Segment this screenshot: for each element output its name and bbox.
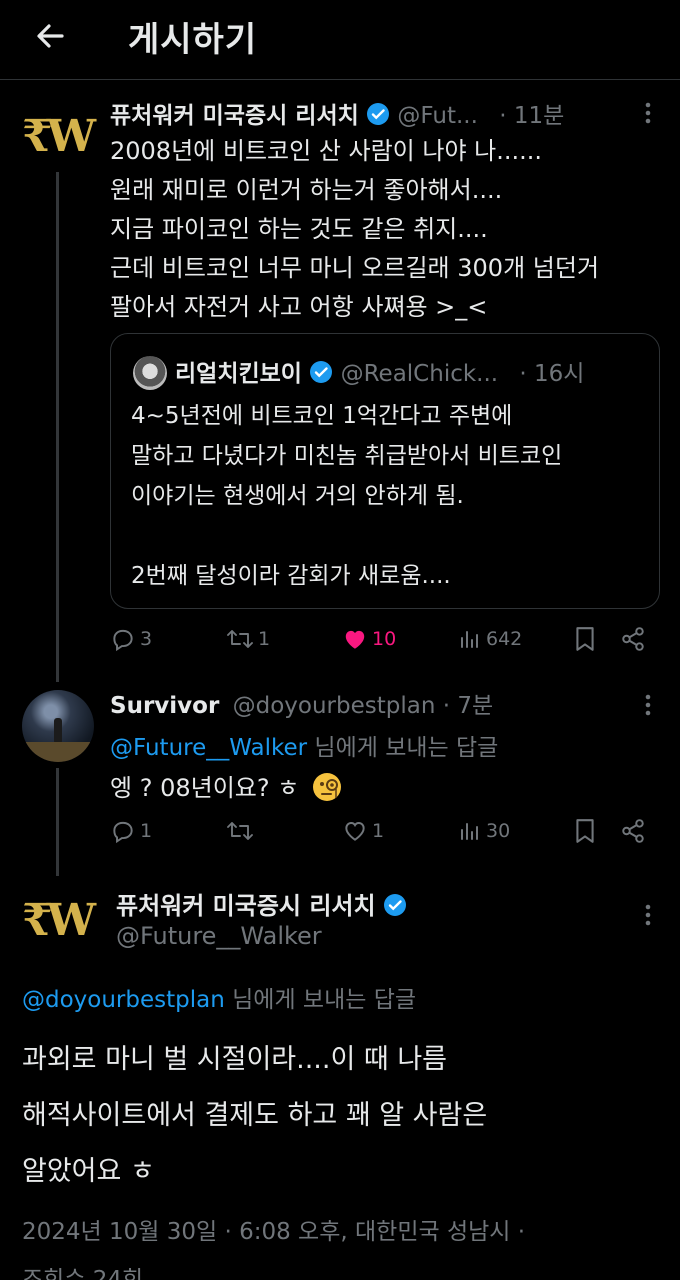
handle[interactable]: @Future__Walker bbox=[116, 922, 322, 950]
page-title: 게시하기 bbox=[128, 20, 258, 60]
mention-link[interactable]: @doyourbestplan bbox=[22, 987, 225, 1013]
heart-icon bbox=[345, 822, 365, 841]
analytics-icon bbox=[461, 823, 478, 840]
retweet-button[interactable]: 1 bbox=[226, 626, 270, 652]
reply-context: @doyourbestplan 님에게 보내는 답글 bbox=[22, 987, 417, 1013]
more-vertical-icon bbox=[645, 694, 651, 716]
quote-header: 리얼치킨보이 @RealChick... · 16시 bbox=[175, 354, 584, 388]
reply-button[interactable]: 3 bbox=[110, 626, 152, 652]
thread-connector bbox=[56, 172, 59, 682]
share-icon bbox=[622, 819, 644, 843]
share-icon bbox=[622, 627, 644, 651]
quoted-tweet[interactable]: 리얼치킨보이 @RealChick... · 16시 4~5년전에 비트코인 1… bbox=[110, 333, 660, 609]
tweet-header: 퓨처워커 미국증시 리서치 @Fut... · 11분 bbox=[110, 96, 564, 130]
handle: @RealChick... bbox=[340, 361, 499, 387]
like-button[interactable]: 10 bbox=[342, 626, 396, 652]
retweet-icon bbox=[227, 822, 253, 840]
tweet-meta: 2024년 10월 30일 · 6:08 오후, 대한민국 성남시 · bbox=[22, 1219, 526, 1245]
back-button[interactable] bbox=[28, 14, 72, 58]
thread-connector bbox=[56, 768, 59, 876]
verified-badge-icon bbox=[384, 894, 407, 916]
timestamp[interactable]: · 11분 bbox=[499, 103, 564, 129]
tweet-header: Survivor @doyourbestplan · 7분 bbox=[110, 686, 493, 720]
reply-button[interactable]: 1 bbox=[110, 818, 152, 844]
more-vertical-icon bbox=[645, 904, 651, 926]
share-button[interactable] bbox=[620, 818, 646, 844]
more-options-button[interactable] bbox=[636, 690, 660, 720]
tweet-text: 과외로 마니 벌 시절이라....이 때 나름 해적사이트에서 결제도 하고 꽤… bbox=[22, 1044, 488, 1187]
views-button[interactable]: 642 bbox=[458, 626, 522, 652]
tweet-text: 엥 ? 08년이요? ㅎ bbox=[110, 768, 343, 803]
top-bar: 게시하기 bbox=[0, 0, 680, 80]
avatar[interactable] bbox=[22, 690, 94, 762]
avatar[interactable]: ₹W bbox=[22, 888, 96, 952]
share-button[interactable] bbox=[620, 626, 646, 652]
timestamp[interactable]: · 7분 bbox=[443, 693, 493, 719]
reply-context: @Future__Walker 님에게 보내는 답글 bbox=[110, 735, 499, 761]
tweet-header: 퓨처워커 미국증시 리서치 bbox=[116, 886, 407, 921]
retweet-button[interactable] bbox=[226, 818, 258, 844]
handle[interactable]: @Fut... bbox=[397, 103, 478, 129]
bookmark-button[interactable] bbox=[574, 818, 596, 844]
analytics-icon bbox=[461, 631, 478, 648]
display-name[interactable]: 퓨처워커 미국증시 리서치 bbox=[110, 103, 359, 129]
views-button[interactable]: 30 bbox=[458, 818, 510, 844]
more-options-button[interactable] bbox=[636, 98, 660, 128]
more-options-button[interactable] bbox=[636, 900, 660, 930]
monocle-face-emoji-icon bbox=[312, 773, 341, 801]
retweet-icon bbox=[227, 630, 253, 648]
reply-icon bbox=[113, 821, 133, 844]
heart-filled-icon bbox=[345, 630, 365, 649]
avatar-ground bbox=[22, 742, 94, 762]
verified-badge-icon bbox=[367, 103, 390, 125]
avatar[interactable]: ₹W bbox=[22, 104, 96, 168]
display-name: 리얼치킨보이 bbox=[175, 361, 302, 387]
view-count[interactable]: 조회수 24회 bbox=[22, 1260, 143, 1280]
avatar[interactable] bbox=[133, 356, 167, 390]
more-vertical-icon bbox=[645, 102, 651, 124]
display-name[interactable]: Survivor bbox=[110, 693, 219, 719]
display-name[interactable]: 퓨처워커 미국증시 리서치 bbox=[116, 892, 376, 920]
verified-badge-icon bbox=[310, 361, 333, 383]
quote-text: 4~5년전에 비트코인 1억간다고 주변에 말하고 다녔다가 미친놈 취급받아서… bbox=[131, 403, 563, 589]
reply-icon bbox=[113, 629, 133, 652]
arrow-left-icon bbox=[37, 24, 64, 48]
tweet-text: 2008년에 비트코인 산 사람이 나야 나...... 원래 재미로 이런거 … bbox=[110, 137, 600, 321]
avatar-figure bbox=[54, 718, 62, 744]
bookmark-button[interactable] bbox=[574, 626, 596, 652]
like-button[interactable]: 1 bbox=[342, 818, 384, 844]
mention-link[interactable]: @Future__Walker bbox=[110, 735, 307, 761]
timestamp: · 16시 bbox=[519, 361, 585, 387]
handle[interactable]: @doyourbestplan bbox=[233, 693, 436, 719]
bookmark-icon bbox=[576, 819, 594, 843]
bookmark-icon bbox=[576, 627, 594, 651]
